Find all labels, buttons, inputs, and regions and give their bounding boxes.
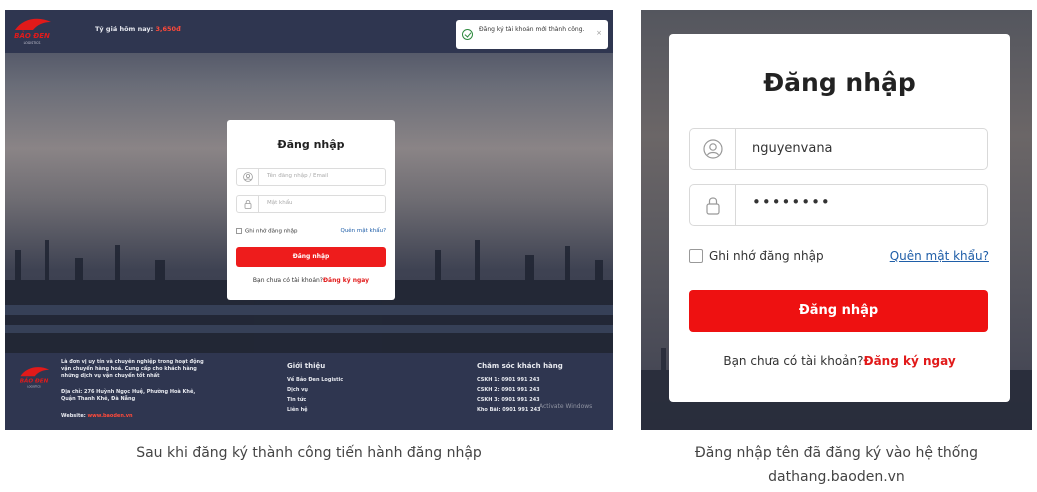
- exchange-rate: Tỷ giá hôm nay: 3,650đ: [95, 25, 181, 33]
- username-field[interactable]: Tên đăng nhập / Email: [236, 168, 386, 186]
- toast-message: Đăng ký tài khoản mới thành công.: [479, 26, 585, 33]
- svg-text:LOGISTICS: LOGISTICS: [27, 384, 41, 388]
- user-icon: [703, 139, 723, 159]
- left-screenshot: BẢO ĐEN LOGISTICS Tỷ giá hôm nay: 3,650đ…: [5, 10, 613, 430]
- remember-me[interactable]: Ghi nhớ đăng nhập: [236, 228, 298, 235]
- login-card: Đăng nhập Tên đăng nhập / Email Mật khẩu…: [227, 120, 395, 300]
- user-icon: [243, 172, 253, 182]
- password-placeholder: Mật khẩu: [267, 200, 293, 206]
- care-heading: Chăm sóc khách hàng: [477, 362, 563, 370]
- rate-label: Tỷ giá hôm nay:: [95, 25, 154, 33]
- register-prompt-text: Bạn chưa có tài khoản?: [252, 277, 323, 284]
- rate-value: 3,650đ: [155, 25, 181, 33]
- login-title: Đăng nhập: [277, 138, 345, 151]
- lock-icon: [706, 197, 720, 215]
- register-prompt: Bạn chưa có tài khoản?Đăng ký ngay: [669, 354, 1010, 368]
- remember-me[interactable]: Ghi nhớ đăng nhập: [689, 249, 824, 263]
- svg-text:BẢO ĐEN: BẢO ĐEN: [14, 30, 50, 40]
- lock-icon: [244, 200, 252, 209]
- caption-left: Sau khi đăng ký thành công tiến hành đăn…: [136, 445, 482, 461]
- right-screenshot: Đăng nhập nguyenvana •••••••• Ghi nhớ đă…: [641, 10, 1032, 430]
- caption-right: Đăng nhập tên đã đăng ký vào hệ thống da…: [694, 445, 979, 485]
- intro-link[interactable]: Dịch vụ: [287, 385, 343, 395]
- footer-about: Là đơn vị uy tín và chuyên nghiệp trong …: [61, 359, 204, 379]
- remember-label: Ghi nhớ đăng nhập: [709, 249, 824, 263]
- register-link[interactable]: Đăng ký ngay: [864, 354, 956, 368]
- page: BẢO ĐEN LOGISTICS Tỷ giá hôm nay: 3,650đ…: [0, 0, 1037, 492]
- footer-website: Website: www.baoden.vn: [61, 413, 133, 419]
- username-field[interactable]: nguyenvana: [689, 128, 988, 170]
- register-prompt-text: Bạn chưa có tài khoản?: [723, 354, 864, 368]
- footer: BẢO ĐEN LOGISTICS Là đơn vị uy tín và ch…: [5, 353, 613, 430]
- care-line: CSKH 1: 0901 991 243: [477, 377, 540, 383]
- care-line: CSKH 2: 0901 991 243: [477, 387, 540, 393]
- intro-link[interactable]: Tin tức: [287, 395, 343, 405]
- forgot-password-link[interactable]: Quên mật khẩu?: [340, 228, 386, 234]
- password-field[interactable]: Mật khẩu: [236, 195, 386, 213]
- intro-heading: Giới thiệu: [287, 362, 326, 370]
- login-button[interactable]: Đăng nhập: [689, 290, 988, 332]
- intro-link[interactable]: Liên hệ: [287, 405, 343, 415]
- footer-logo: BẢO ĐEN LOGISTICS: [20, 367, 50, 388]
- intro-link[interactable]: Về Bảo Đen Logistic: [287, 375, 343, 385]
- login-title: Đăng nhập: [763, 68, 916, 97]
- website-label: Website:: [61, 413, 86, 419]
- username-placeholder: Tên đăng nhập / Email: [267, 173, 329, 179]
- forgot-password-link[interactable]: Quên mật khẩu?: [890, 249, 989, 263]
- footer-intro-column: Giới thiệu Về Bảo Đen Logistic Dịch vụ T…: [287, 361, 343, 415]
- success-toast: Đăng ký tài khoản mới thành công. ×: [456, 20, 608, 49]
- remember-label: Ghi nhớ đăng nhập: [245, 228, 298, 235]
- brand-logo[interactable]: BẢO ĐEN LOGISTICS: [9, 16, 55, 46]
- password-value: ••••••••: [752, 193, 831, 211]
- register-prompt: Bạn chưa có tài khoản?Đăng ký ngay: [227, 277, 395, 284]
- svg-text:LOGISTICS: LOGISTICS: [24, 41, 41, 45]
- login-card: Đăng nhập nguyenvana •••••••• Ghi nhớ đă…: [669, 34, 1010, 402]
- register-link[interactable]: Đăng ký ngay: [323, 277, 369, 284]
- close-icon[interactable]: ×: [596, 29, 602, 37]
- username-value: nguyenvana: [752, 141, 833, 156]
- remember-checkbox[interactable]: [689, 249, 703, 263]
- website-link[interactable]: www.baoden.vn: [88, 413, 133, 419]
- password-field[interactable]: ••••••••: [689, 184, 988, 226]
- login-button[interactable]: Đăng nhập: [236, 247, 386, 267]
- top-bar: BẢO ĐEN LOGISTICS Tỷ giá hôm nay: 3,650đ…: [5, 10, 613, 53]
- remember-checkbox[interactable]: [236, 228, 242, 234]
- svg-text:BẢO ĐEN: BẢO ĐEN: [20, 377, 49, 385]
- check-circle-icon: [462, 29, 473, 40]
- windows-watermark: Activate Windows: [539, 403, 593, 410]
- footer-address: Địa chỉ: 276 Huỳnh Ngọc Huệ, Phường Hoà …: [61, 389, 196, 402]
